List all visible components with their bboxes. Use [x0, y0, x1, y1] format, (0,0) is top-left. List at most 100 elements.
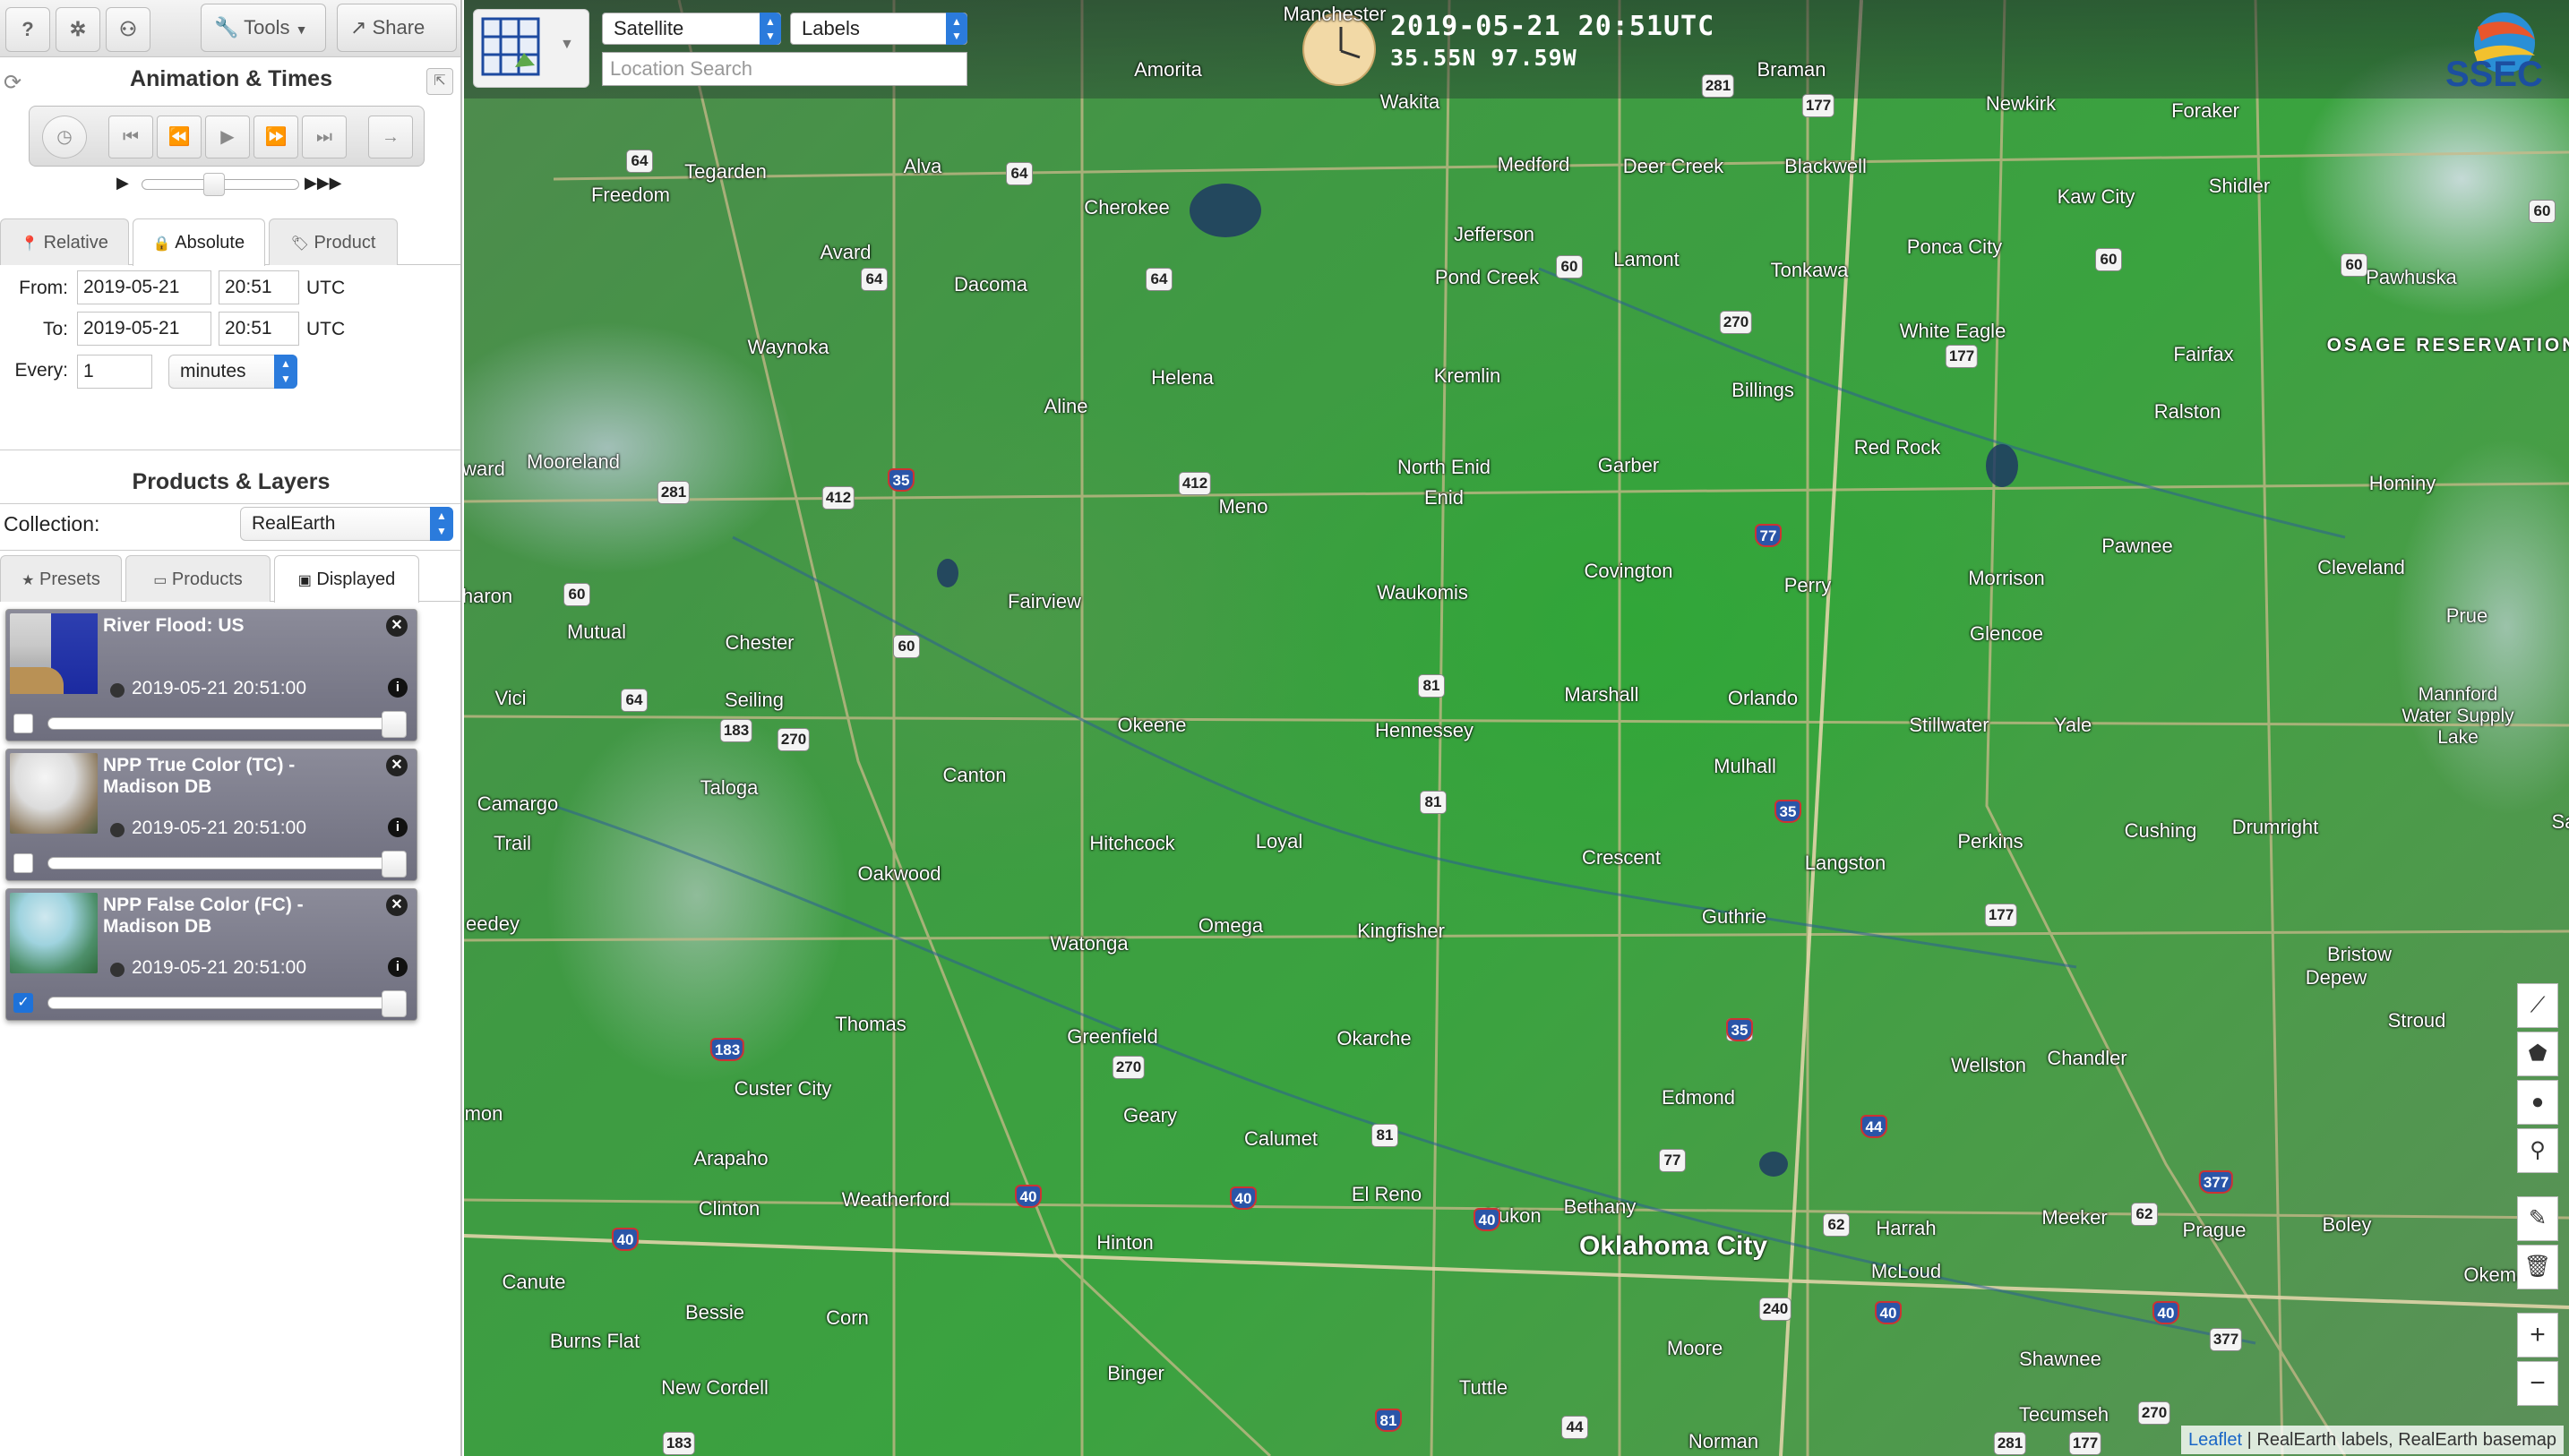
- share-label: Share: [372, 16, 425, 39]
- layer-info-button[interactable]: i: [388, 818, 408, 837]
- folder-icon: ▭: [153, 573, 168, 588]
- draw-polygon-button[interactable]: ⬟: [2517, 1032, 2558, 1076]
- map-label-place: Omega: [1198, 914, 1264, 937]
- layer-opacity-slider[interactable]: [47, 711, 407, 738]
- go-to-now-button[interactable]: →: [368, 116, 413, 158]
- play-button[interactable]: ▶: [205, 116, 250, 158]
- layer-thumbnail: [10, 893, 98, 973]
- map-label-place: Corn: [826, 1306, 869, 1329]
- every-unit-select[interactable]: minutes ▲ ▼: [168, 355, 297, 389]
- tools-label: Tools: [244, 16, 290, 39]
- collection-select[interactable]: RealEarth ▲ ▼: [240, 507, 453, 541]
- info-icon: i: [395, 680, 400, 695]
- step-back-button[interactable]: ⏪: [157, 116, 202, 158]
- road-shield: 44: [1860, 1115, 1887, 1138]
- map-label-place: Edmond: [1662, 1086, 1735, 1109]
- tab-presets[interactable]: ★ Presets: [0, 555, 122, 602]
- layer-info-button[interactable]: i: [388, 957, 408, 977]
- from-date-input[interactable]: 2019-05-21: [77, 270, 211, 304]
- from-time-input[interactable]: 20:51: [219, 270, 299, 304]
- layer-visibility-checkbox[interactable]: ✓: [13, 993, 33, 1013]
- road-shield: 40: [2152, 1301, 2179, 1324]
- road-shield: 60: [893, 635, 920, 658]
- map-label-place: Orlando: [1727, 687, 1799, 709]
- settings-button[interactable]: ✲: [56, 7, 100, 52]
- rewind-icon: ⏪: [168, 127, 191, 147]
- zoom-in-label: +: [2530, 1320, 2546, 1349]
- delete-shapes-button[interactable]: 🗑: [2517, 1245, 2558, 1289]
- clock-icon: [110, 683, 125, 698]
- trash-icon: 🗑: [2523, 1255, 2552, 1279]
- account-button[interactable]: ⚇: [106, 7, 150, 52]
- map-label-place: Dacoma: [954, 273, 1027, 295]
- to-date-input[interactable]: 2019-05-21: [77, 312, 211, 346]
- map-label-place: Tegarden: [684, 160, 767, 183]
- first-frame-button[interactable]: ⏮: [108, 116, 153, 158]
- road-shield: 40: [612, 1228, 639, 1251]
- map-label-place: Jefferson: [1453, 223, 1535, 245]
- edit-shapes-button[interactable]: ✎: [2517, 1196, 2558, 1241]
- layer-visibility-checkbox[interactable]: [13, 714, 33, 733]
- every-unit-value: minutes: [180, 361, 246, 381]
- map-label-place: Chandler: [2047, 1047, 2127, 1069]
- map-label-place: Medford: [1497, 153, 1570, 176]
- zoom-in-button[interactable]: +: [2517, 1313, 2558, 1358]
- every-input[interactable]: 1: [77, 355, 152, 389]
- draw-circle-button[interactable]: ●: [2517, 1080, 2558, 1125]
- speed-slider-handle[interactable]: [203, 173, 225, 196]
- layer-time: 2019-05-21 20:51:00: [132, 957, 306, 978]
- map-view[interactable]: ▼ Satellite ▲ ▼ Labels ▲ ▼ Location Search…: [464, 0, 2569, 1456]
- tools-button[interactable]: 🔧 Tools ▼: [201, 4, 326, 52]
- map-label-place: Amorita: [1134, 58, 1202, 81]
- leaflet-link[interactable]: Leaflet: [2188, 1430, 2242, 1450]
- slider-handle[interactable]: [382, 851, 407, 878]
- labels-select[interactable]: Labels ▲ ▼: [790, 13, 967, 45]
- slider-handle[interactable]: [382, 990, 407, 1017]
- help-button[interactable]: ?: [5, 7, 50, 52]
- layer-opacity-slider[interactable]: [47, 851, 407, 878]
- location-search-input[interactable]: Location Search: [602, 52, 967, 86]
- share-icon: ↗: [350, 16, 367, 39]
- tab-products[interactable]: ▭ Products: [125, 555, 271, 602]
- remove-layer-button[interactable]: ✕: [386, 895, 408, 916]
- image-icon: ▣: [297, 573, 312, 588]
- layer-visibility-checkbox[interactable]: [13, 853, 33, 873]
- map-label-place: Prue: [2445, 604, 2488, 627]
- collapse-panel-button[interactable]: ⇱: [426, 68, 453, 95]
- layer-card[interactable]: River Flood: US ✕ 2019-05-21 20:51:00 i: [5, 609, 417, 741]
- lock-icon: 🔒: [152, 236, 171, 252]
- map-label-place: Fairfax: [2173, 343, 2234, 365]
- layer-switcher-button[interactable]: ▼: [473, 9, 589, 88]
- step-forward-button[interactable]: ⏩: [253, 116, 298, 158]
- tab-product[interactable]: 🏷 Product: [269, 218, 398, 265]
- share-button[interactable]: ↗ Share: [337, 4, 457, 52]
- tab-absolute[interactable]: 🔒 Absolute: [133, 218, 265, 266]
- zoom-out-button[interactable]: −: [2517, 1361, 2558, 1406]
- draw-polyline-button[interactable]: ⟋: [2517, 983, 2558, 1028]
- to-time-input[interactable]: 20:51: [219, 312, 299, 346]
- map-attribution: Leaflet | RealEarth labels, RealEarth ba…: [2181, 1426, 2564, 1454]
- remove-layer-button[interactable]: ✕: [386, 755, 408, 776]
- basemap-select[interactable]: Satellite ▲ ▼: [602, 13, 781, 45]
- last-frame-button[interactable]: ⏭: [302, 116, 347, 158]
- layer-opacity-slider[interactable]: [47, 990, 407, 1017]
- slider-handle[interactable]: [382, 711, 407, 738]
- tab-displayed[interactable]: ▣ Displayed: [274, 555, 419, 603]
- clock-button[interactable]: ◷: [42, 116, 87, 158]
- info-icon: i: [395, 819, 400, 835]
- speed-fast-icon: ▶▶▶: [305, 174, 342, 192]
- tab-relative[interactable]: 📍 Relative: [0, 218, 129, 265]
- map-label-place: Glencoe: [1970, 622, 2043, 645]
- remove-layer-button[interactable]: ✕: [386, 615, 408, 637]
- layer-info-button[interactable]: i: [388, 678, 408, 698]
- draw-marker-button[interactable]: ⚲: [2517, 1128, 2558, 1173]
- animation-controls: ◷ ⏮ ⏪ ▶ ⏩ ⏭ →: [29, 106, 425, 167]
- layer-card[interactable]: NPP False Color (FC) - Madison DB ✕ 2019…: [5, 888, 417, 1021]
- layer-card[interactable]: NPP True Color (TC) - Madison DB ✕ 2019-…: [5, 749, 417, 881]
- speed-slider[interactable]: [142, 173, 299, 196]
- map-label-place: Trail: [494, 832, 531, 854]
- map-label-place: Garber: [1597, 454, 1660, 476]
- road-shield: 183: [719, 719, 753, 742]
- layer-thumbnail: [10, 613, 98, 694]
- road-shield: 81: [1420, 791, 1447, 814]
